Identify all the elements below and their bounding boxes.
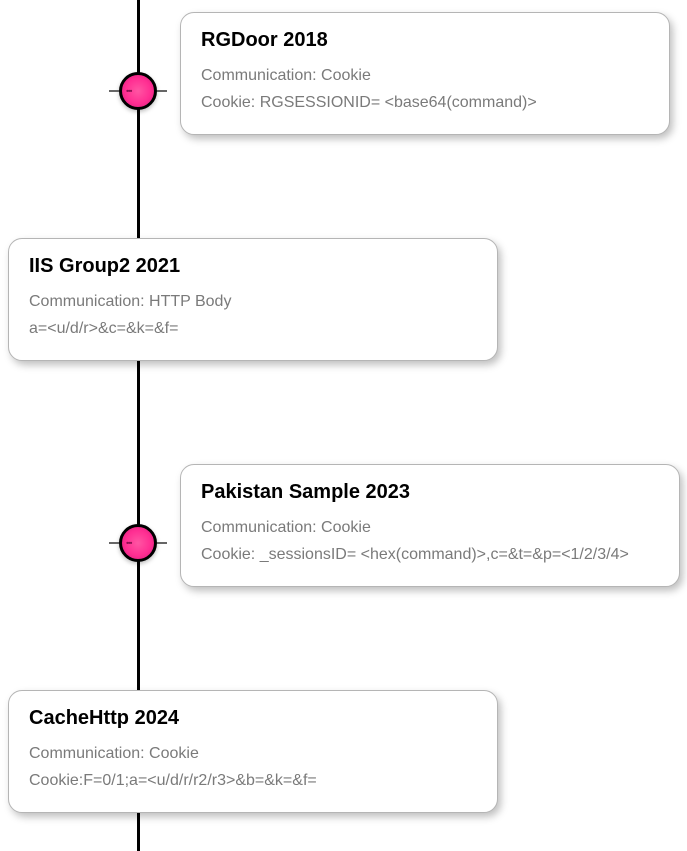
card-detail: Cookie:F=0/1;a=<u/d/r/r2/r3>&b=&k=&f= [29, 767, 477, 794]
card-comm: Communication: Cookie [201, 514, 659, 541]
card-comm: Communication: Cookie [201, 62, 649, 89]
card-comm: Communication: Cookie [29, 740, 477, 767]
timeline-node-pakistan: ••• [119, 524, 157, 562]
card-title: IIS Group2 2021 [29, 255, 477, 278]
card-detail: Cookie: RGSESSIONID= <base64(command)> [201, 89, 649, 116]
timeline-node-rgdoor: ••• [119, 72, 157, 110]
timeline-card-iisgroup2: IIS Group2 2021 Communication: HTTP Body… [8, 238, 498, 361]
timeline-card-cachehttp: CacheHttp 2024 Communication: Cookie Coo… [8, 690, 498, 813]
timeline-card-pakistan: Pakistan Sample 2023 Communication: Cook… [180, 464, 680, 587]
card-title: Pakistan Sample 2023 [201, 481, 659, 504]
timeline-card-rgdoor: RGDoor 2018 Communication: Cookie Cookie… [180, 12, 670, 135]
card-detail: Cookie: _sessionsID= <hex(command)>,c=&t… [201, 541, 659, 568]
card-title: CacheHttp 2024 [29, 707, 477, 730]
card-title: RGDoor 2018 [201, 29, 649, 52]
card-detail: a=<u/d/r>&c=&k=&f= [29, 315, 477, 342]
card-comm: Communication: HTTP Body [29, 288, 477, 315]
